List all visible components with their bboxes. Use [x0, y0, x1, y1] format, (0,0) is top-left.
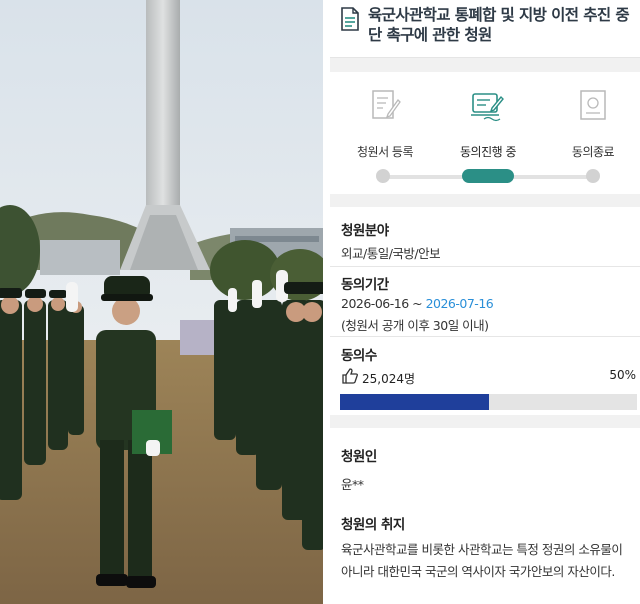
period-start: 2026-06-16 [341, 296, 409, 311]
petition-title: 육군사관학교 통폐합 및 지방 이전 추진 중단 촉구에 관한 청원 [368, 6, 630, 44]
agree-progress-bar [340, 394, 637, 410]
purpose-label: 청원의 취지 [341, 517, 405, 533]
period-end: 2026-07-16 [425, 296, 494, 311]
signing-tablet-icon [471, 93, 504, 122]
field-value: 외교/통일/국방/안보 [341, 246, 441, 261]
agree-percent: 50% [609, 368, 636, 382]
petition-header: 육군사관학교 통폐합 및 지방 이전 추진 중단 촉구에 관한 청원 [330, 0, 640, 58]
purpose-text: 육군사관학교를 비롯한 사관학교는 특정 정권의 소유물이 아니라 대한민국 국… [341, 542, 623, 579]
period-note: (청원서 공개 이후 30일 이내) [341, 318, 489, 333]
petition-panel: 육군사관학교 통폐합 및 지방 이전 추진 중단 촉구에 관한 청원 청원서 등… [330, 0, 640, 604]
step-dot-active [462, 169, 514, 183]
certificate-icon [580, 90, 606, 120]
petitioner-name: 윤** [341, 477, 364, 492]
ceremony-photo [0, 0, 323, 604]
period-separator: ~ [408, 296, 426, 311]
step-label-registered: 청원서 등록 [356, 145, 414, 159]
period-range: 2026-06-16 ~ 2026-07-16 [341, 296, 494, 311]
agree-progress-fill [340, 394, 489, 410]
info-divider [330, 336, 640, 337]
ceremony-photo-illustration [0, 0, 323, 604]
petitioner-label: 청원인 [341, 449, 377, 465]
info-divider [330, 266, 640, 267]
period-label: 동의기간 [341, 277, 389, 293]
petition-progress-steps: 청원서 등록 동의진행 중 동의종료 [330, 72, 640, 194]
step-dot-closed [586, 169, 600, 183]
field-label: 청원분야 [341, 223, 389, 239]
agree-count: 25,024명 [362, 372, 416, 386]
photo-divider [323, 0, 330, 604]
document-icon [341, 7, 359, 31]
petitioner-card: 청원인 윤** 청원의 취지 육군사관학교를 비롯한 사관학교는 특정 정권의 … [330, 428, 640, 604]
pencil-document-icon [372, 90, 401, 119]
step-dot-registered [376, 169, 390, 183]
thumbs-up-icon [342, 368, 358, 384]
step-label-closed: 동의종료 [571, 145, 615, 159]
step-label-in-progress: 동의진행 중 [459, 145, 517, 159]
agree-label: 동의수 [341, 348, 377, 364]
petition-info-card: 청원분야 외교/통일/국방/안보 동의기간 2026-06-16 ~ 2026-… [330, 207, 640, 415]
